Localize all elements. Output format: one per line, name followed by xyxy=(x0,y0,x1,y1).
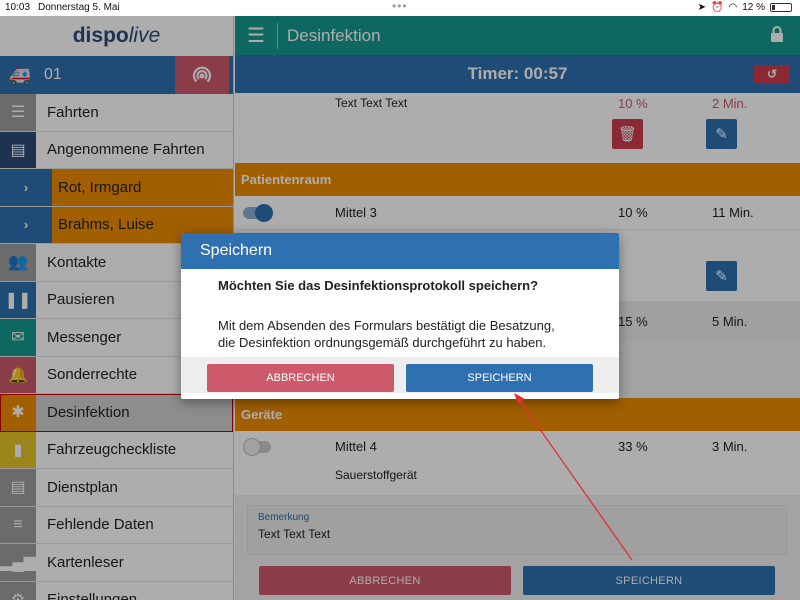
status-date: Donnerstag 5. Mai xyxy=(38,2,120,13)
status-indicators: ➤ ⏰ ◠ 12 % xyxy=(698,2,792,13)
multitasking-dots-icon[interactable]: ••• xyxy=(392,0,408,13)
alarm-icon: ⏰ xyxy=(711,2,724,13)
location-icon: ➤ xyxy=(697,2,707,13)
dialog-question: Möchten Sie das Desinfektionsprotokoll s… xyxy=(218,278,539,293)
dialog-text-line2: die Desinfektion ordnungsgemäß durchgefü… xyxy=(218,335,547,350)
status-time: 10:03 xyxy=(5,2,31,13)
battery-icon xyxy=(770,3,792,12)
save-dialog: Speichern Möchten Sie das Desinfektionsp… xyxy=(181,233,619,399)
dialog-text-line1: Mit dem Absenden des Formulars bestätigt… xyxy=(218,318,555,333)
dialog-title: Speichern xyxy=(181,233,619,269)
dialog-cancel-button[interactable]: ABBRECHEN xyxy=(207,364,394,392)
dialog-actions: ABBRECHEN SPEICHERN xyxy=(181,357,619,393)
status-bar: 10:03 Donnerstag 5. Mai ••• ➤ ⏰ ◠ 12 % xyxy=(0,0,800,16)
battery-label: 12 % xyxy=(742,2,765,13)
dialog-save-button[interactable]: SPEICHERN xyxy=(406,364,593,392)
wifi-icon: ◠ xyxy=(728,2,738,13)
